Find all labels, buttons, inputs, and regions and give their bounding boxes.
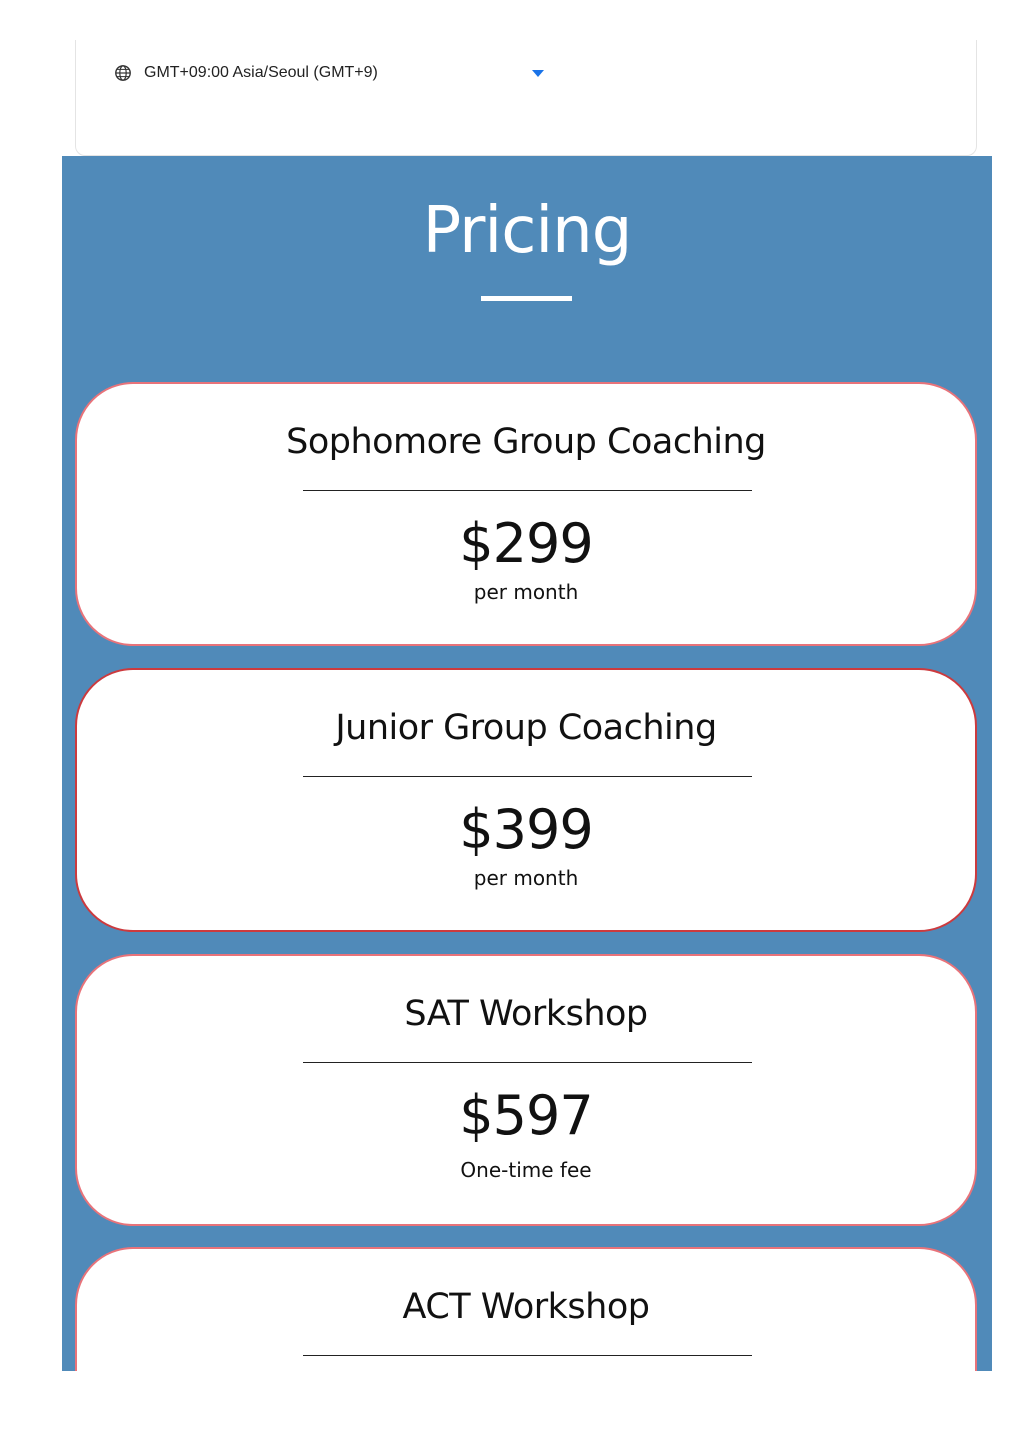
- pricing-title: Pricing: [422, 194, 633, 268]
- plan-name: ACT Workshop: [402, 1287, 650, 1327]
- plan-divider: [303, 490, 752, 491]
- plan-card-sophomore[interactable]: Sophomore Group Coaching $299 per month: [75, 382, 977, 646]
- plan-card-junior[interactable]: Junior Group Coaching $399 per month: [75, 668, 977, 932]
- title-underline: [481, 296, 572, 301]
- plan-divider: [303, 776, 752, 777]
- plan-divider: [303, 1355, 752, 1356]
- plan-name: Sophomore Group Coaching: [286, 422, 766, 462]
- plan-name: Junior Group Coaching: [335, 708, 717, 748]
- caret-down-icon[interactable]: [532, 69, 544, 77]
- globe-icon: [114, 64, 132, 82]
- pricing-section: Pricing Sophomore Group Coaching $299 pe…: [62, 156, 992, 1371]
- plan-name: SAT Workshop: [404, 994, 648, 1034]
- plan-card-act[interactable]: ACT Workshop: [75, 1247, 977, 1371]
- timezone-value: GMT+09:00 Asia/Seoul (GMT+9): [144, 64, 378, 81]
- plan-period: One-time fee: [460, 1158, 592, 1182]
- plan-price: $399: [459, 798, 593, 861]
- timezone-select[interactable]: GMT+09:00 Asia/Seoul (GMT+9): [114, 62, 544, 84]
- plan-period: per month: [473, 866, 579, 890]
- plan-card-sat[interactable]: SAT Workshop $597 One-time fee: [75, 954, 977, 1226]
- plan-price: $299: [459, 512, 593, 575]
- plan-divider: [303, 1062, 752, 1063]
- plan-period: per month: [473, 580, 579, 604]
- plan-price: $597: [459, 1084, 593, 1147]
- timezone-card: GMT+09:00 Asia/Seoul (GMT+9): [75, 40, 977, 156]
